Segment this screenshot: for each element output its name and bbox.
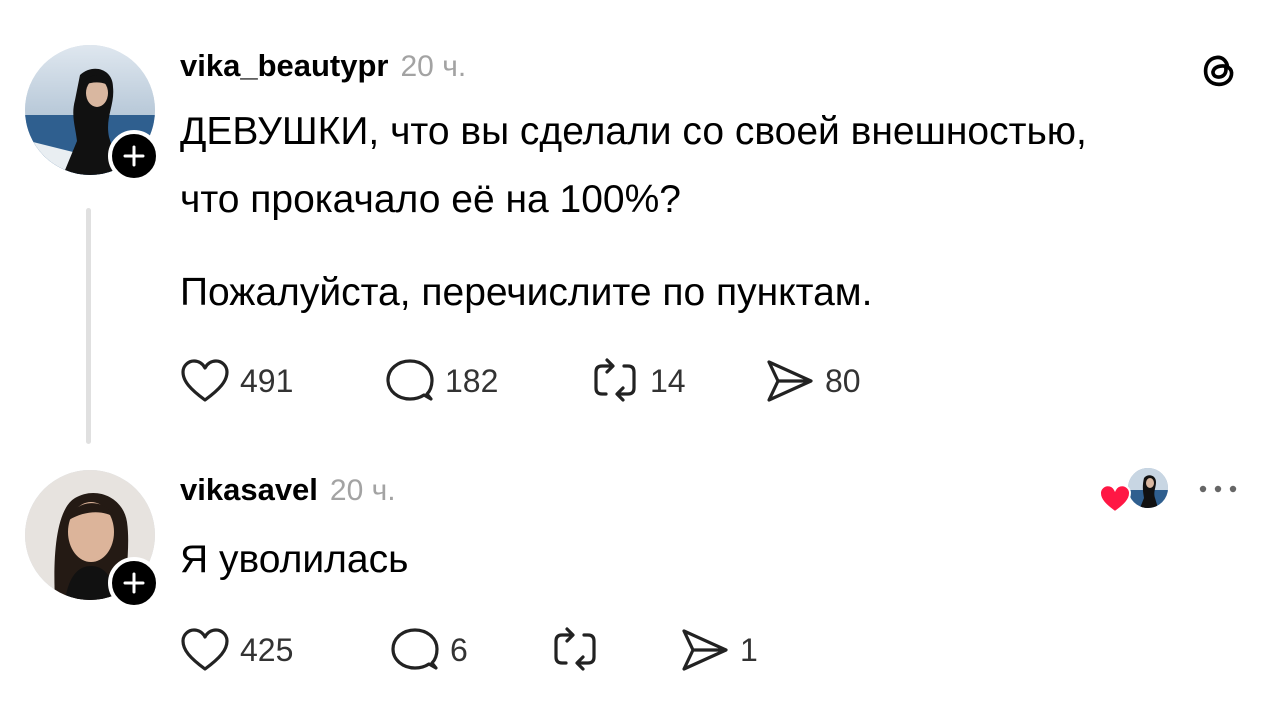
reply-username[interactable]: vikasavel — [180, 472, 318, 508]
reply-repost-button[interactable] — [550, 627, 600, 673]
post-username[interactable]: vika_beautypr — [180, 48, 389, 84]
more-options-button[interactable] — [1196, 482, 1240, 501]
thread-line — [86, 208, 91, 444]
author-mini-avatar — [1126, 466, 1170, 510]
repost-count: 14 — [650, 362, 686, 399]
follow-plus-button[interactable] — [108, 557, 160, 609]
reply-comment-count: 6 — [450, 631, 468, 668]
red-heart-icon — [1098, 484, 1132, 519]
speech-bubble-icon — [386, 359, 434, 401]
plus-icon — [123, 145, 145, 167]
follow-plus-button[interactable] — [108, 130, 160, 182]
send-icon — [767, 360, 813, 402]
author-liked-badge — [1098, 466, 1170, 516]
post-text-line-1: ДЕВУШКИ, что вы сделали со своей внешнос… — [180, 110, 1087, 153]
repost-button[interactable]: 14 — [590, 358, 686, 404]
reply-text: Я уволилась — [180, 538, 409, 581]
post-header: vika_beautypr 20 ч. — [180, 48, 466, 84]
like-count: 491 — [240, 362, 294, 399]
comment-count: 182 — [445, 362, 499, 399]
heart-outline-icon — [181, 359, 229, 402]
reply-comment-button[interactable]: 6 — [390, 627, 468, 673]
send-icon — [682, 629, 728, 671]
share-button[interactable]: 80 — [765, 358, 861, 404]
repost-arrows-icon — [594, 358, 636, 402]
reply-like-count: 425 — [240, 631, 294, 668]
reply-share-button[interactable]: 1 — [680, 627, 758, 673]
reply-share-count: 1 — [740, 631, 758, 668]
like-button[interactable]: 491 — [180, 358, 293, 404]
post-text-line-2: что прокачало её на 100%? — [180, 178, 681, 221]
reply-header: vikasavel 20 ч. — [180, 472, 396, 508]
post-text-line-3: Пожалуйста, перечислите по пунктам. — [180, 271, 873, 314]
comment-button[interactable]: 182 — [385, 358, 498, 404]
post-time: 20 ч. — [400, 50, 467, 83]
share-count: 80 — [825, 362, 861, 399]
heart-outline-icon — [181, 628, 229, 671]
repost-arrows-icon — [554, 627, 596, 671]
plus-icon — [123, 572, 145, 594]
reply-time: 20 ч. — [329, 474, 396, 507]
more-dots-icon — [1199, 485, 1237, 493]
speech-bubble-icon — [391, 628, 439, 670]
reply-like-button[interactable]: 425 — [180, 627, 293, 673]
threads-logo-icon[interactable] — [1196, 47, 1242, 98]
